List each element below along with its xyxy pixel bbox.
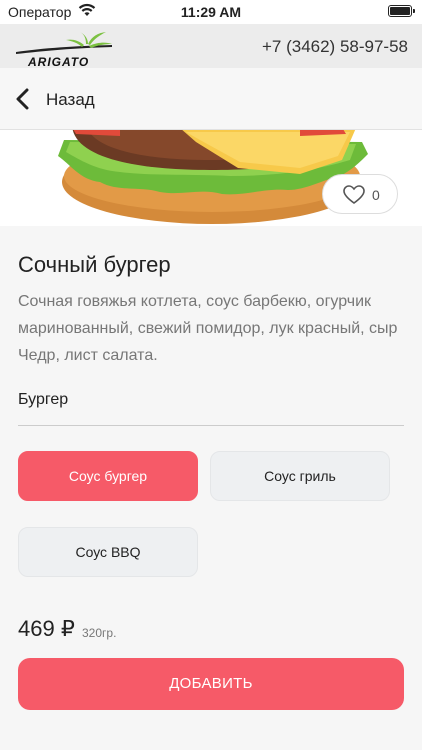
back-button[interactable]: Назад [46,90,95,110]
phone-number[interactable]: +7 (3462) 58-97-58 [262,37,408,57]
product-image: 0 [0,130,422,226]
product-weight: 320гр. [82,626,117,640]
navigation-bar: Назад [0,68,422,130]
add-to-cart-button[interactable]: ДОБАВИТЬ [18,658,404,710]
chevron-left-icon[interactable] [14,88,32,110]
like-button[interactable]: 0 [322,174,398,214]
product-title: Сочный бургер [18,252,171,277]
option-chip-sauce-burger[interactable]: Соус бургер [18,451,198,501]
like-count: 0 [372,187,380,203]
option-chip-sauce-bbq[interactable]: Соус BBQ [18,527,198,577]
status-bar: Оператор 11:29 AM [0,0,422,24]
product-description: Сочная говяжья котлета, соус барбекю, ог… [18,293,398,364]
option-group-label: Бургер [18,391,69,408]
product-price: 469 ₽ [18,616,75,641]
divider [18,425,404,426]
heart-icon [343,185,365,204]
logo: ARIGATO [14,30,114,69]
brand-header: ARIGATO +7 (3462) 58-97-58 [0,24,422,69]
option-chip-sauce-grill[interactable]: Соус гриль [210,451,390,501]
battery-icon [388,5,415,17]
clock: 11:29 AM [180,4,242,20]
logo-text: ARIGATO [28,55,90,69]
